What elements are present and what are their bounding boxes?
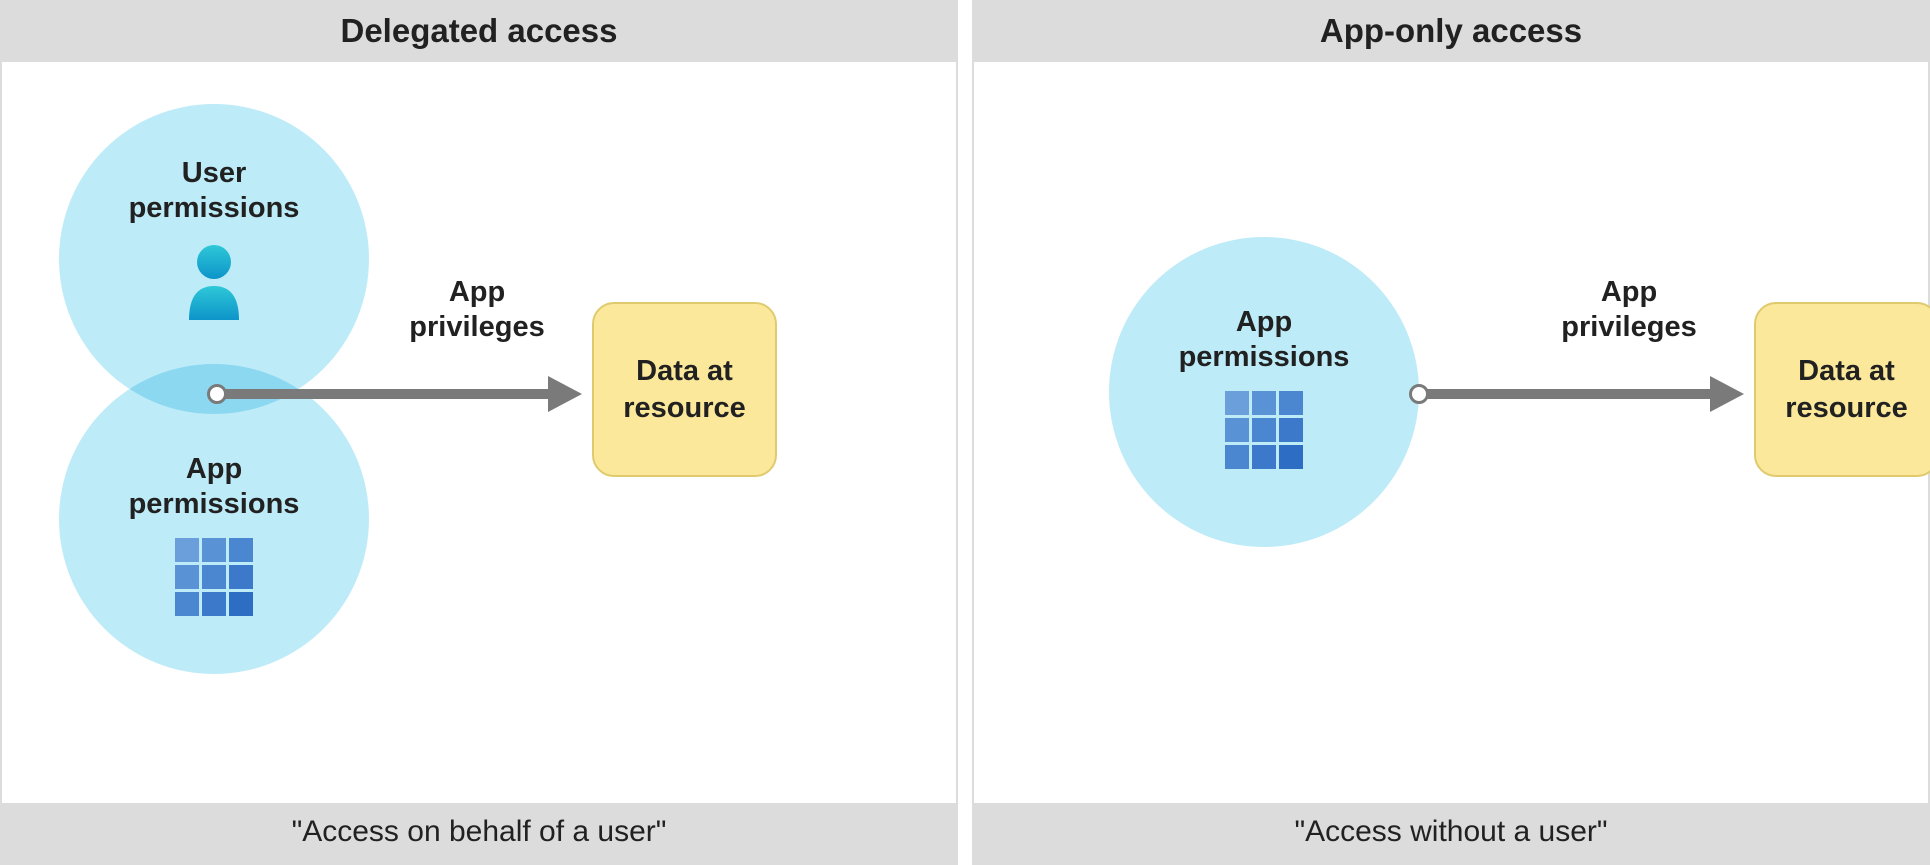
user-permissions-label: Userpermissions [129, 156, 300, 226]
data-at-resource-label-delegated: Data atresource [623, 353, 746, 426]
panel-title-apponly: App-only access [974, 2, 1928, 62]
arrow-label-apponly: Appprivileges [1539, 275, 1719, 345]
panel-delegated-access: Delegated access Userpermissions [0, 0, 958, 865]
arrow-label-delegated: Appprivileges [387, 275, 567, 345]
panel-body-apponly: Apppermissions Appprivileges Data atreso… [974, 62, 1928, 803]
arrow-origin-dot [1409, 384, 1429, 404]
arrow-origin-dot [207, 384, 227, 404]
panel-title-delegated: Delegated access [2, 2, 956, 62]
panel-footer-delegated: "Access on behalf of a user" [2, 803, 956, 863]
arrow-delegated [207, 376, 582, 412]
arrow-line [1425, 389, 1711, 399]
arrow-head-icon [548, 376, 582, 412]
arrow-head-icon [1710, 376, 1744, 412]
app-permissions-circle-apponly: Apppermissions [1109, 237, 1419, 547]
panel-body-delegated: Userpermissions Apppe [2, 62, 956, 803]
panel-app-only-access: App-only access Apppermissions Appprivil… [972, 0, 1930, 865]
app-grid-icon [1225, 391, 1303, 469]
data-at-resource-label-apponly: Data atresource [1785, 353, 1908, 426]
app-permissions-label-apponly: Apppermissions [1179, 305, 1350, 375]
diagram-container: Delegated access Userpermissions [0, 0, 1930, 865]
arrow-apponly [1409, 376, 1744, 412]
app-grid-icon [175, 538, 253, 616]
arrow-line [223, 389, 549, 399]
panel-footer-apponly: "Access without a user" [974, 803, 1928, 863]
app-permissions-label-delegated: Apppermissions [129, 452, 300, 522]
data-at-resource-box-delegated: Data atresource [592, 302, 777, 477]
data-at-resource-box-apponly: Data atresource [1754, 302, 1930, 477]
user-icon [179, 242, 249, 322]
